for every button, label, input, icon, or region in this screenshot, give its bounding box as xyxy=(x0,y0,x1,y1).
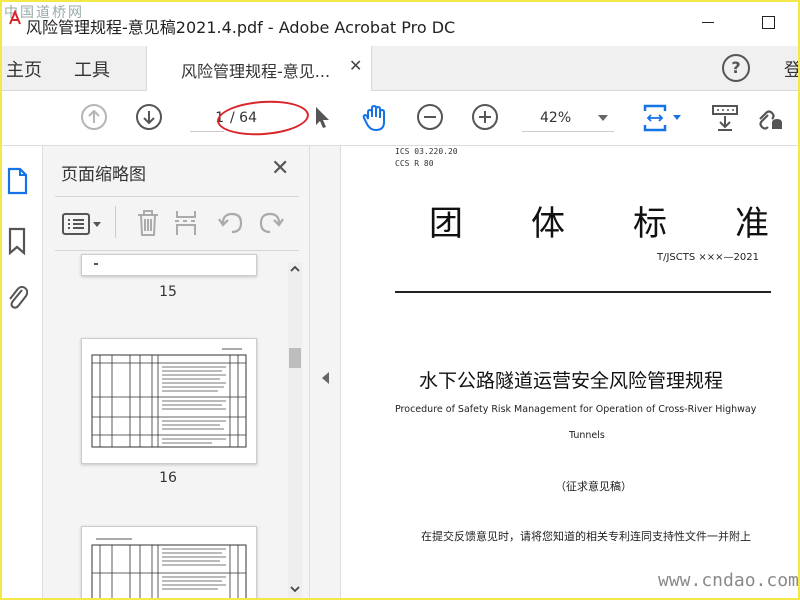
page-thumbnail[interactable] xyxy=(81,254,257,276)
title-bar: 中国道桥网 风险管理规程-意见稿2021.4.pdf - Adobe Acrob… xyxy=(2,2,798,46)
chevron-up-icon[interactable] xyxy=(288,262,302,279)
watermark-bottom: www.cndao.com xyxy=(658,570,799,591)
panel-title: 页面缩略图 xyxy=(61,165,146,185)
draft-label: （征求意见稿） xyxy=(555,480,632,493)
previous-page-icon[interactable] xyxy=(80,103,108,131)
zoom-in-icon[interactable] xyxy=(471,103,499,131)
standard-char: 准 xyxy=(735,204,769,244)
divider xyxy=(395,291,771,293)
tab-tools[interactable]: 工具 xyxy=(74,56,110,82)
standard-char: 标 xyxy=(633,204,667,244)
app-window: 中国道桥网 风险管理规程-意见稿2021.4.pdf - Adobe Acrob… xyxy=(0,0,800,600)
tab-home[interactable]: 主页 xyxy=(6,56,42,82)
thumbnail-scrollbar[interactable] xyxy=(288,262,302,598)
document-ics: ICS 03.220.20 CCS R 80 xyxy=(395,146,458,170)
help-icon[interactable]: ? xyxy=(722,54,750,82)
page-number-label: 16 xyxy=(159,470,177,486)
page-thumbnails-icon[interactable] xyxy=(6,166,28,200)
divider xyxy=(55,196,299,197)
select-cursor-icon[interactable] xyxy=(308,103,336,131)
maximize-button[interactable] xyxy=(762,16,775,29)
collapse-left-icon xyxy=(322,372,329,384)
close-panel-icon[interactable]: ✕ xyxy=(271,156,289,181)
feedback-note: 在提交反馈意见时，请将您知道的相关专利连同支持性文件一并附上 xyxy=(421,530,751,543)
standard-number: T/JSCTS ×××—2021 xyxy=(657,252,759,263)
page-thumbnail[interactable] xyxy=(81,338,257,464)
standard-char: 体 xyxy=(531,204,565,244)
panel-toolbar xyxy=(57,204,307,244)
attachment-icon[interactable] xyxy=(6,282,29,316)
ccs-code: CCS R 80 xyxy=(395,159,434,168)
document-title-en: Procedure of Safety Risk Management for … xyxy=(395,404,757,415)
scroll-mode-icon[interactable] xyxy=(710,103,738,131)
thumbnail-panel: 页面缩略图 ✕ 15 16 xyxy=(43,146,310,598)
next-page-icon[interactable] xyxy=(135,103,163,131)
tab-document-label: 风险管理规程-意见... xyxy=(181,62,331,81)
standard-char: 团 xyxy=(429,204,463,244)
divider xyxy=(55,250,299,251)
document-title: 水下公路隧道运营安全风险管理规程 xyxy=(418,370,723,392)
chevron-down-icon xyxy=(598,115,608,121)
zoom-level-value: 42% xyxy=(540,110,572,126)
share-link-icon[interactable] xyxy=(754,103,782,131)
scrollbar-thumb[interactable] xyxy=(289,348,301,368)
zoom-out-icon[interactable] xyxy=(416,103,444,131)
acrobat-icon xyxy=(8,9,22,30)
extract-pages-icon[interactable] xyxy=(173,208,199,242)
navigation-rail xyxy=(2,146,43,598)
tab-bar: 主页 工具 风险管理规程-意见... ✕ ? 登 xyxy=(2,46,798,91)
hand-tool-icon[interactable] xyxy=(360,103,388,132)
main-toolbar: 1 / 64 42% xyxy=(2,91,798,146)
delete-icon[interactable] xyxy=(135,208,161,242)
page-number-label: 15 xyxy=(159,284,177,300)
rotate-left-icon[interactable] xyxy=(217,208,245,242)
page-thumbnail[interactable] xyxy=(81,526,257,598)
annotation-ellipse xyxy=(215,97,311,139)
document-title-en-cont: Tunnels xyxy=(569,430,605,441)
options-menu-icon[interactable] xyxy=(61,210,103,242)
chevron-down-icon[interactable] xyxy=(288,582,302,598)
minimize-button[interactable] xyxy=(702,22,714,23)
ics-code: ICS 03.220.20 xyxy=(395,147,458,156)
divider xyxy=(115,206,116,238)
standard-heading: 团 体 标 准 xyxy=(429,196,769,245)
tab-document[interactable]: 风险管理规程-意见... ✕ xyxy=(146,46,372,91)
close-tab-icon[interactable]: ✕ xyxy=(349,56,362,75)
panel-collapse-handle[interactable] xyxy=(310,146,341,598)
zoom-level-select[interactable]: 42% xyxy=(522,105,614,132)
rotate-right-icon[interactable] xyxy=(257,208,285,242)
login-button[interactable]: 登 xyxy=(784,56,798,82)
bookmark-icon[interactable] xyxy=(6,226,28,260)
document-view: ICS 03.220.20 CCS R 80 团 体 标 准 T/JSCTS ×… xyxy=(341,146,798,598)
fit-page-icon[interactable] xyxy=(642,103,686,132)
window-title: 风险管理规程-意见稿2021.4.pdf - Adobe Acrobat Pro… xyxy=(26,18,456,37)
